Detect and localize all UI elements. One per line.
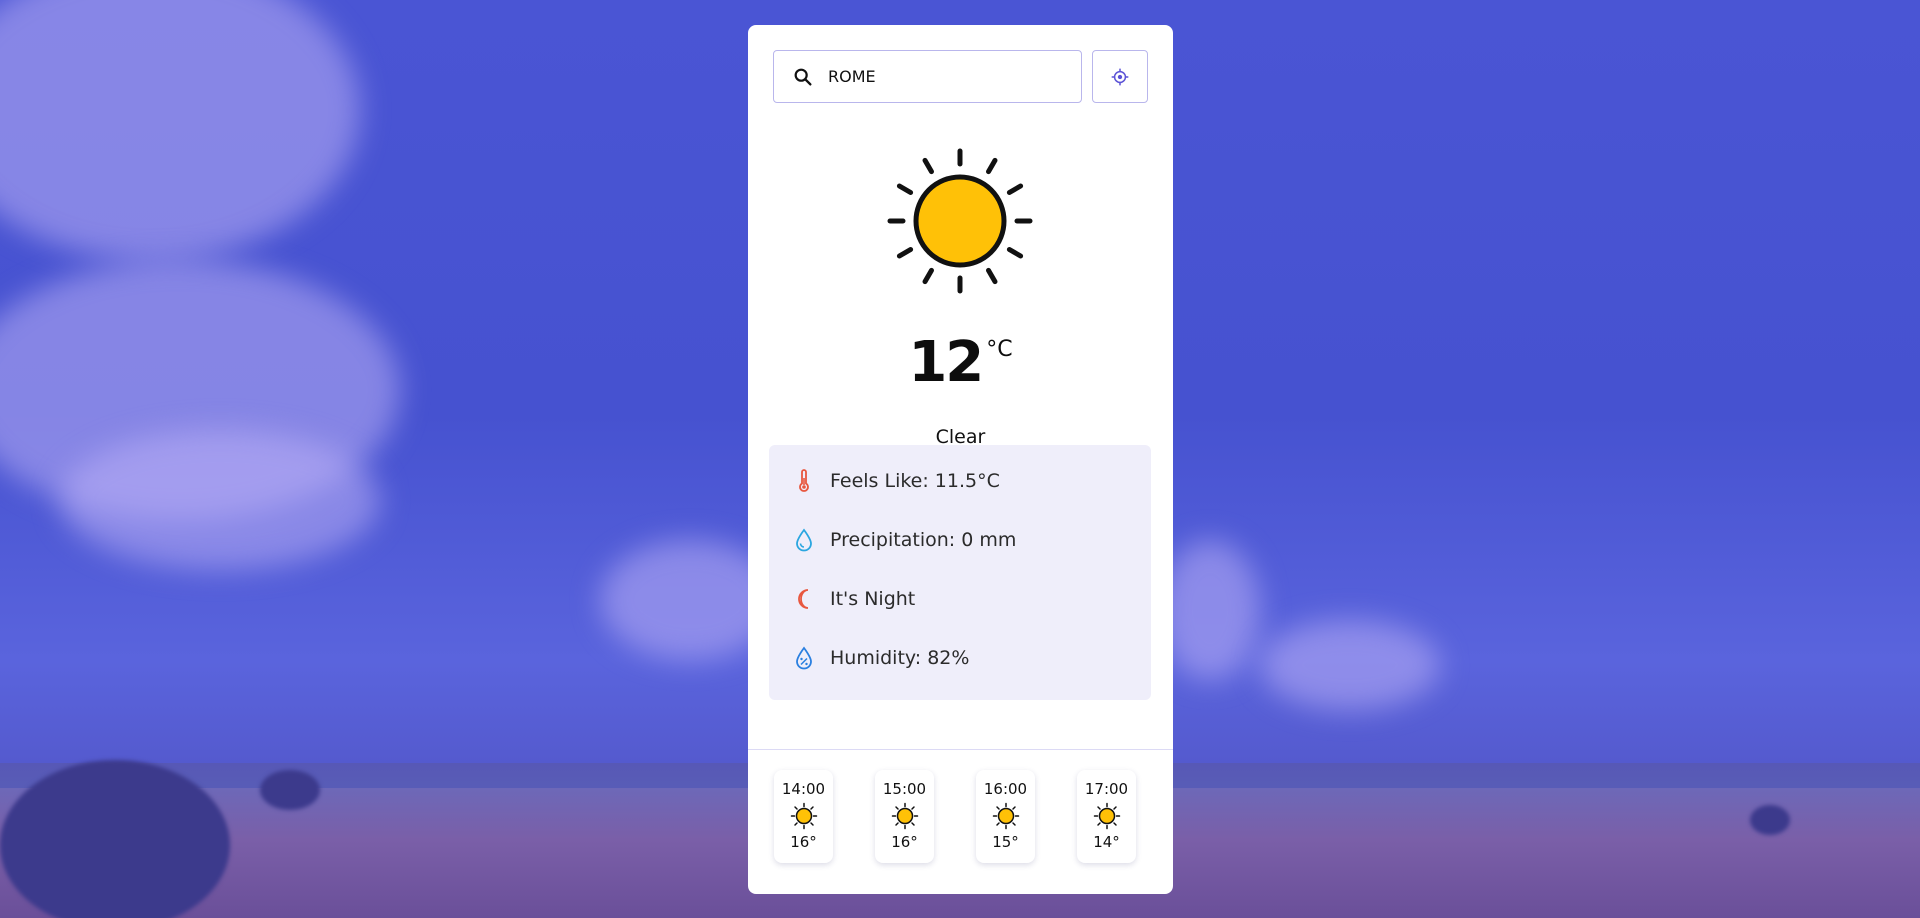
day-night-text: It's Night bbox=[830, 588, 916, 610]
hourly-forecast: 14:00 16° 15:00 16° 16:00 15° 17:00 14° bbox=[774, 770, 1136, 863]
hour-time: 14:00 bbox=[781, 780, 826, 798]
current-temperature: 12 °C bbox=[748, 335, 1173, 391]
hour-temp: 16° bbox=[891, 833, 918, 851]
moon-icon bbox=[798, 589, 809, 609]
hour-time: 15:00 bbox=[882, 780, 927, 798]
hour-temp: 14° bbox=[1093, 833, 1120, 851]
temperature-value: 12 bbox=[908, 330, 984, 395]
detail-feels-like: Feels Like: 11.5°C bbox=[794, 469, 1000, 493]
current-location-button[interactable] bbox=[1092, 50, 1148, 103]
detail-day-night: It's Night bbox=[794, 587, 915, 611]
sun-icon bbox=[887, 148, 1033, 294]
search-bar bbox=[773, 50, 1148, 103]
hourly-item[interactable]: 14:00 16° bbox=[774, 770, 833, 863]
humidity-icon bbox=[796, 646, 812, 670]
location-target-icon bbox=[1111, 68, 1129, 85]
hour-time: 17:00 bbox=[1084, 780, 1129, 798]
weather-card: 12 °C Clear Feels Like: 11.5°C Precipita… bbox=[748, 25, 1173, 894]
sun-icon bbox=[790, 802, 817, 830]
feels-like-text: Feels Like: 11.5°C bbox=[830, 470, 1000, 492]
humidity-text: Humidity: 82% bbox=[830, 647, 970, 669]
search-field[interactable] bbox=[773, 50, 1082, 103]
detail-humidity: Humidity: 82% bbox=[794, 646, 969, 670]
thermometer-icon bbox=[799, 469, 809, 492]
hour-temp: 15° bbox=[992, 833, 1019, 851]
detail-precipitation: Precipitation: 0 mm bbox=[794, 528, 1016, 552]
search-input[interactable] bbox=[828, 67, 1058, 86]
water-drop-icon bbox=[796, 528, 812, 552]
sun-icon bbox=[1093, 802, 1120, 830]
hourly-item[interactable]: 16:00 15° bbox=[976, 770, 1035, 863]
sun-icon bbox=[891, 802, 918, 830]
search-icon bbox=[794, 68, 812, 86]
hourly-item[interactable]: 15:00 16° bbox=[875, 770, 934, 863]
temperature-unit: °C bbox=[986, 337, 1013, 362]
hour-time: 16:00 bbox=[983, 780, 1028, 798]
hourly-item[interactable]: 17:00 14° bbox=[1077, 770, 1136, 863]
hour-temp: 16° bbox=[790, 833, 817, 851]
divider bbox=[748, 749, 1173, 750]
sun-icon bbox=[992, 802, 1019, 830]
precipitation-text: Precipitation: 0 mm bbox=[830, 529, 1017, 551]
weather-details-panel: Feels Like: 11.5°C Precipitation: 0 mm I… bbox=[769, 445, 1151, 700]
